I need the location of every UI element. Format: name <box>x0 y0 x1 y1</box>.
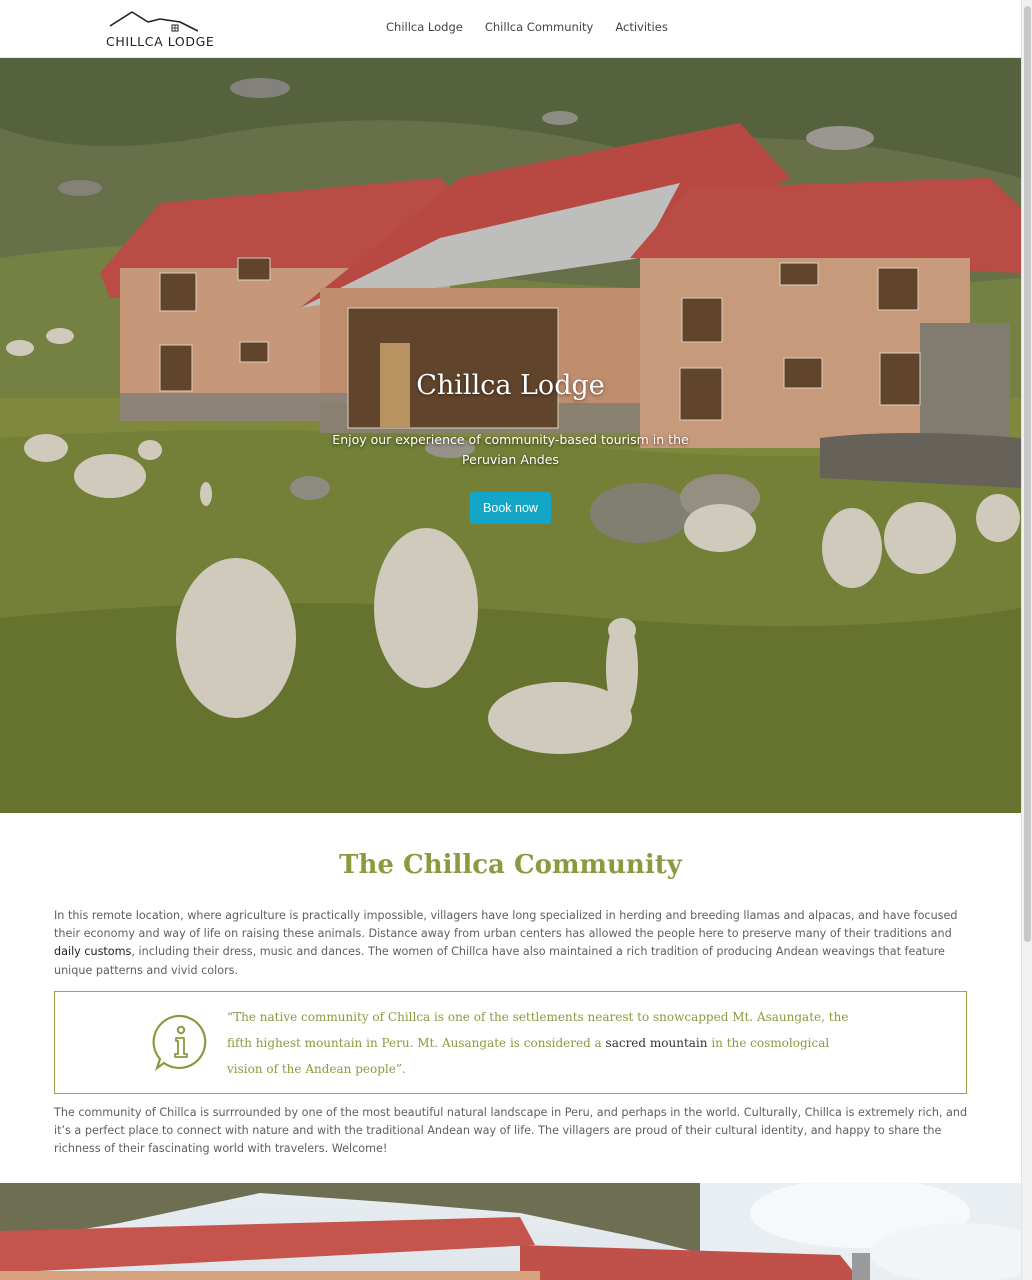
nav-item-chillca-community[interactable]: Chillca Community <box>485 20 594 34</box>
info-icon <box>152 1014 207 1071</box>
main-nav: Chillca Lodge Chillca Community Activiti… <box>386 20 668 34</box>
site-logo[interactable]: CHILLCA LODGE <box>104 8 214 50</box>
community-paragraph-1-text-b: , including their dress, music and dance… <box>54 945 945 977</box>
hero-title: Chillca Lodge <box>416 370 605 401</box>
lodge-photo-bottom-scene <box>0 1183 1021 1280</box>
book-now-button[interactable]: Book now <box>470 492 551 524</box>
nav-item-chillca-lodge[interactable]: Chillca Lodge <box>386 20 463 34</box>
site-header: CHILLCA LODGE Chillca Lodge Chillca Comm… <box>0 0 1021 58</box>
community-paragraph-1-text-a: In this remote location, where agricultu… <box>54 909 958 941</box>
lodge-photo-bottom <box>0 1183 1021 1280</box>
quote-callout: “The native community of Chillca is one … <box>54 991 967 1094</box>
community-section-title: The Chillca Community <box>339 850 682 880</box>
daily-customs-link[interactable]: daily customs <box>54 945 131 958</box>
logo-text: CHILLCA LODGE <box>106 34 215 49</box>
nav-item-activities[interactable]: Activities <box>615 20 667 34</box>
community-paragraph-2: The community of Chillca is surrrounded … <box>54 1106 968 1156</box>
community-paragraph-1: In this remote location, where agricultu… <box>54 907 968 980</box>
scrollbar-thumb[interactable] <box>1024 6 1031 942</box>
hero-banner: Chillca Lodge Enjoy our experience of co… <box>0 58 1021 813</box>
quote-text: “The native community of Chillca is one … <box>227 1004 857 1082</box>
sacred-mountain-link[interactable]: sacred mountain <box>606 1036 708 1050</box>
page-scrollbar[interactable] <box>1021 0 1032 1280</box>
hero-subtitle: Enjoy our experience of community-based … <box>332 432 689 467</box>
